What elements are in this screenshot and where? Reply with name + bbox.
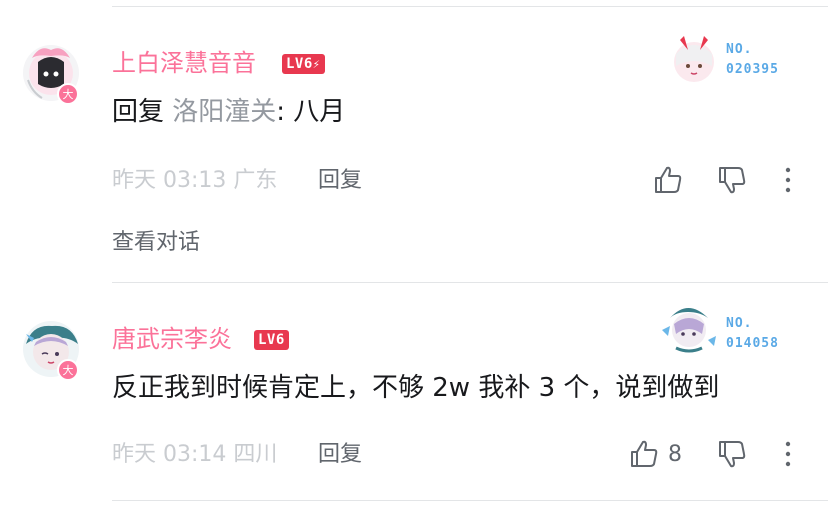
dislike-button[interactable] (716, 164, 748, 196)
fan-badge-label: NO. (726, 42, 753, 57)
fan-badge-label: NO. (726, 316, 753, 331)
comment-divider (112, 282, 828, 283)
avatar[interactable]: 大 (18, 40, 84, 106)
more-button[interactable] (772, 438, 804, 470)
fan-badge-number: 014058 (726, 336, 779, 351)
comment-divider (112, 500, 828, 501)
comment-time: 昨天 03:13 (112, 168, 227, 193)
reply-prefix: 回复 (112, 97, 173, 127)
more-vertical-icon (785, 441, 791, 467)
comment-location: 四川 (233, 442, 278, 467)
comment-meta: 昨天 03:14 四川 (112, 440, 277, 470)
comment-text: 反正我到时候肯定上，不够 2w 我补 3 个，说到做到 (112, 373, 720, 403)
level-text: LV6 (258, 332, 285, 348)
more-button[interactable] (772, 164, 804, 196)
like-button[interactable] (628, 438, 660, 470)
top-divider (112, 6, 828, 7)
more-vertical-icon (785, 167, 791, 193)
username[interactable]: 上白泽慧音音 (112, 48, 256, 78)
lightning-icon: ⚡ (312, 57, 321, 71)
comment-location: 广东 (233, 168, 278, 193)
fan-badge-avatar (664, 26, 730, 92)
comment-meta: 昨天 03:13 广东 (112, 166, 277, 196)
thumbs-down-icon (719, 167, 746, 194)
level-badge: LV6 (254, 330, 289, 350)
view-conversation-link[interactable]: 查看对话 (112, 228, 200, 258)
avatar-badge-text: 大 (63, 363, 74, 377)
thumbs-up-icon (631, 440, 658, 467)
comment-time: 昨天 03:14 (112, 442, 227, 467)
thumbs-up-icon (655, 166, 682, 193)
avatar-image: 大 (23, 321, 79, 381)
like-count: 8 (668, 442, 682, 467)
reply-button[interactable]: 回复 (318, 166, 362, 196)
avatar[interactable]: 大 (18, 316, 84, 382)
reply-target-user[interactable]: 洛阳潼关 (172, 97, 276, 127)
level-text: LV6 (286, 56, 313, 72)
thumbs-down-icon (719, 441, 746, 468)
reply-button[interactable]: 回复 (318, 440, 362, 470)
level-badge: LV6⚡ (282, 54, 325, 74)
fan-badge-avatar (656, 294, 722, 360)
avatar-badge-text: 大 (63, 87, 74, 101)
fan-badge-number: 020395 (726, 62, 779, 77)
like-button[interactable] (652, 164, 684, 196)
username[interactable]: 唐武宗李炎 (112, 324, 232, 354)
comment-body: : 八月 (276, 97, 346, 127)
comment-text: 回复 洛阳潼关: 八月 (112, 94, 345, 130)
avatar-image: 大 (23, 45, 79, 105)
dislike-button[interactable] (716, 438, 748, 470)
